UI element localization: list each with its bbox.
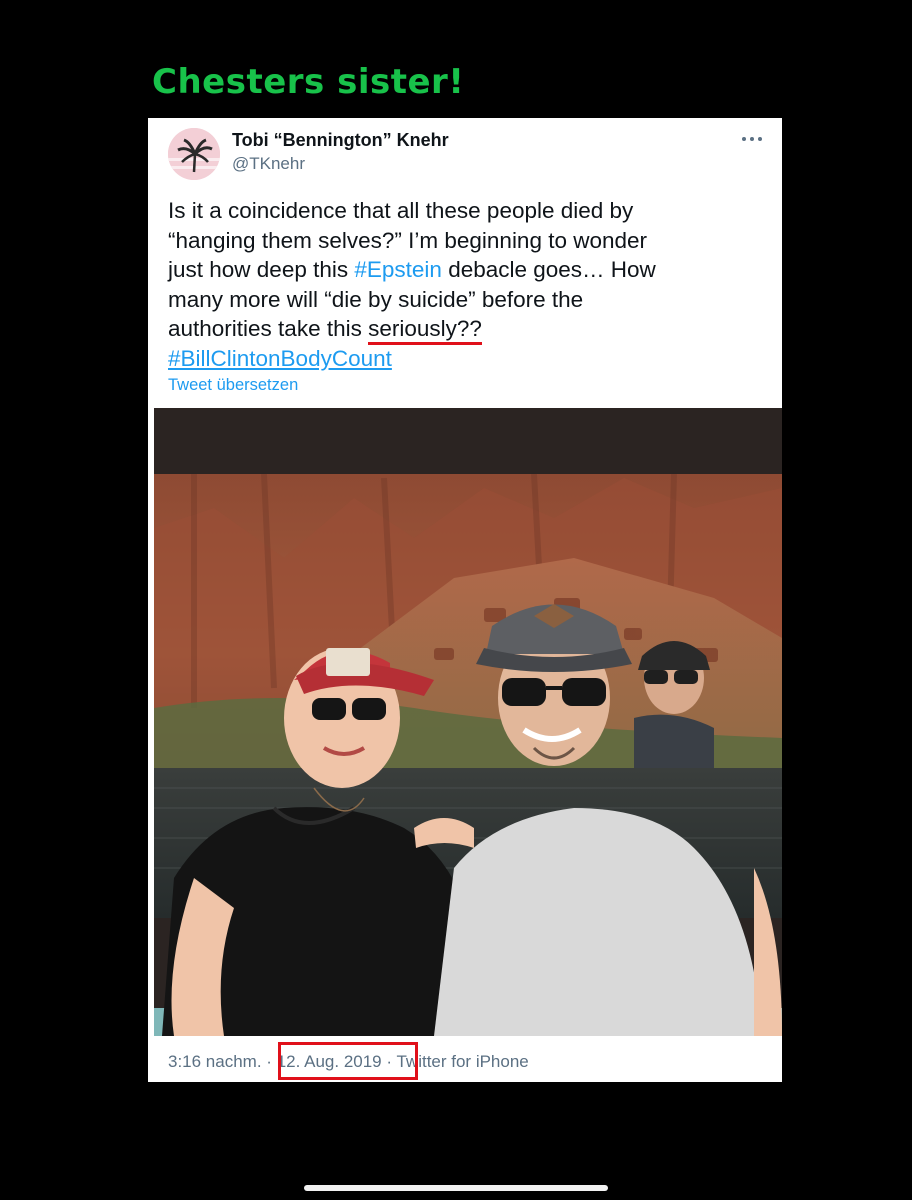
tweet-time[interactable]: 3:16 nachm.	[168, 1052, 262, 1071]
tweet-text-line: “hanging them selves?” I’m beginning to …	[168, 227, 648, 253]
tweet-text-line: many more will “die by suicide” before t…	[168, 286, 584, 312]
hashtag-billclintonbodycount-link[interactable]: #BillClintonBodyCount	[168, 346, 392, 371]
tweet-card: Tobi “Bennington” Knehr @TKnehr Is it a …	[148, 118, 782, 1082]
avatar[interactable]	[168, 128, 220, 180]
photo-illustration	[154, 408, 782, 1036]
meta-separator: ·	[266, 1052, 272, 1071]
caption-title: Chesters sister!	[152, 62, 465, 102]
translate-tweet-link[interactable]: Tweet übersetzen	[168, 376, 298, 395]
tweet-text-line: authorities take this seriously??	[168, 314, 768, 346]
tweet-text-line: just how deep this #Epstein debacle goes…	[168, 255, 768, 285]
tweet-text-fragment: authorities take this	[168, 316, 369, 342]
red-underline-annotation: seriously??	[368, 316, 482, 346]
more-dots-icon[interactable]	[740, 132, 764, 146]
tweet-text: Is it a coincidence that all these peopl…	[168, 196, 768, 374]
display-name[interactable]: Tobi “Bennington” Knehr	[232, 130, 449, 151]
tweet-text-line: #BillClintonBodyCount	[168, 344, 768, 374]
tweet-text-line: Is it a coincidence that all these peopl…	[168, 198, 634, 223]
home-indicator[interactable]	[304, 1185, 608, 1191]
palm-tree-icon	[168, 128, 220, 180]
tweet-photo[interactable]	[154, 408, 782, 1036]
user-handle[interactable]: @TKnehr	[232, 154, 305, 174]
red-box-annotation	[278, 1042, 418, 1080]
hashtag-epstein-link[interactable]: #Epstein	[354, 257, 442, 282]
tweet-text-fragment: debacle goes… How	[441, 257, 656, 283]
tweet-text-fragment: just how deep this	[168, 257, 355, 283]
